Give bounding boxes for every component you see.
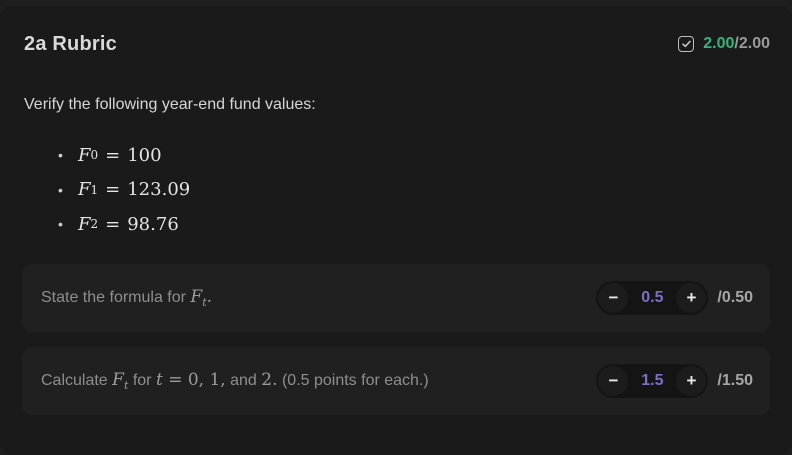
rubric-title: 2a Rubric [24, 32, 117, 55]
criterion-max-points: /1.50 [717, 372, 753, 389]
math-variable: F [190, 287, 203, 307]
list-item: • F1 = 123.09 [58, 173, 190, 208]
score-stepper: − 1.5 + [596, 364, 709, 398]
decrement-button[interactable]: − [598, 366, 629, 396]
math-punctuation: . [206, 287, 213, 307]
fund-value: 98.76 [127, 213, 179, 235]
criterion-math: Ft. [190, 287, 213, 309]
criterion-max-points: /0.50 [717, 289, 753, 306]
criterion-text: (0.5 points for each.) [277, 372, 429, 389]
rubric-score: 2.00/2.00 [678, 35, 770, 53]
criterion-row: Calculate Ft for t = 0, 1, and 2. (0.5 p… [22, 347, 770, 415]
criterion-row: State the formula for Ft. − 0.5 + /0.50 [22, 264, 770, 332]
fund-values-list: • F0 = 100 • F1 = 123.09 • F2 = 98.76 [58, 138, 190, 242]
math-variable: F [112, 370, 124, 390]
rubric-header: 2a Rubric 2.00/2.00 [24, 32, 770, 56]
list-item: • F2 = 98.76 [58, 207, 190, 242]
criterion-description: Calculate Ft for t = 0, 1, and 2. (0.5 p… [41, 370, 429, 392]
criterion-score-value[interactable]: 0.5 [641, 289, 663, 307]
bullet-icon: • [58, 181, 63, 198]
math-variable: F [78, 213, 91, 235]
bullet-icon: • [58, 147, 63, 164]
math-subscript: 2 [90, 217, 99, 232]
criterion-controls: − 0.5 + /0.50 [596, 281, 753, 315]
bullet-icon: • [58, 216, 63, 233]
equals-sign: = [105, 213, 121, 235]
increment-button[interactable]: + [676, 366, 707, 396]
criterion-text: and [225, 372, 262, 389]
score-total: 2.00 [738, 35, 770, 52]
increment-button[interactable]: + [676, 283, 707, 313]
fund-value: 123.09 [127, 179, 191, 201]
criterion-math: Ft [112, 370, 128, 392]
criterion-text: for [128, 372, 156, 389]
rubric-card: 2a Rubric 2.00/2.00 Verify the following… [0, 6, 792, 455]
score-earned: 2.00 [703, 35, 735, 52]
fund-value: 100 [127, 144, 162, 166]
criterion-score-value[interactable]: 1.5 [641, 372, 663, 390]
score-stepper: − 0.5 + [596, 281, 709, 315]
math-subscript: 0 [90, 148, 99, 163]
question-intro: Verify the following year-end fund value… [24, 96, 316, 113]
equals-sign: = [105, 144, 121, 166]
criterion-math: t = 0, 1, [155, 370, 226, 390]
math-variable: F [78, 179, 91, 201]
criterion-controls: − 1.5 + /1.50 [596, 364, 753, 398]
decrement-button[interactable]: − [598, 283, 629, 313]
criterion-text: Calculate [41, 372, 113, 389]
math-expression: = 0, 1, [168, 370, 226, 390]
math-number: 2. [261, 370, 278, 390]
math-variable: F [78, 144, 91, 166]
equals-sign: = [105, 179, 121, 201]
checkbox-checked-icon [678, 36, 695, 52]
criterion-text: State the formula for [41, 289, 191, 306]
math-subscript: 1 [90, 182, 99, 197]
list-item: • F0 = 100 [58, 138, 190, 173]
criterion-description: State the formula for Ft. [41, 287, 212, 309]
